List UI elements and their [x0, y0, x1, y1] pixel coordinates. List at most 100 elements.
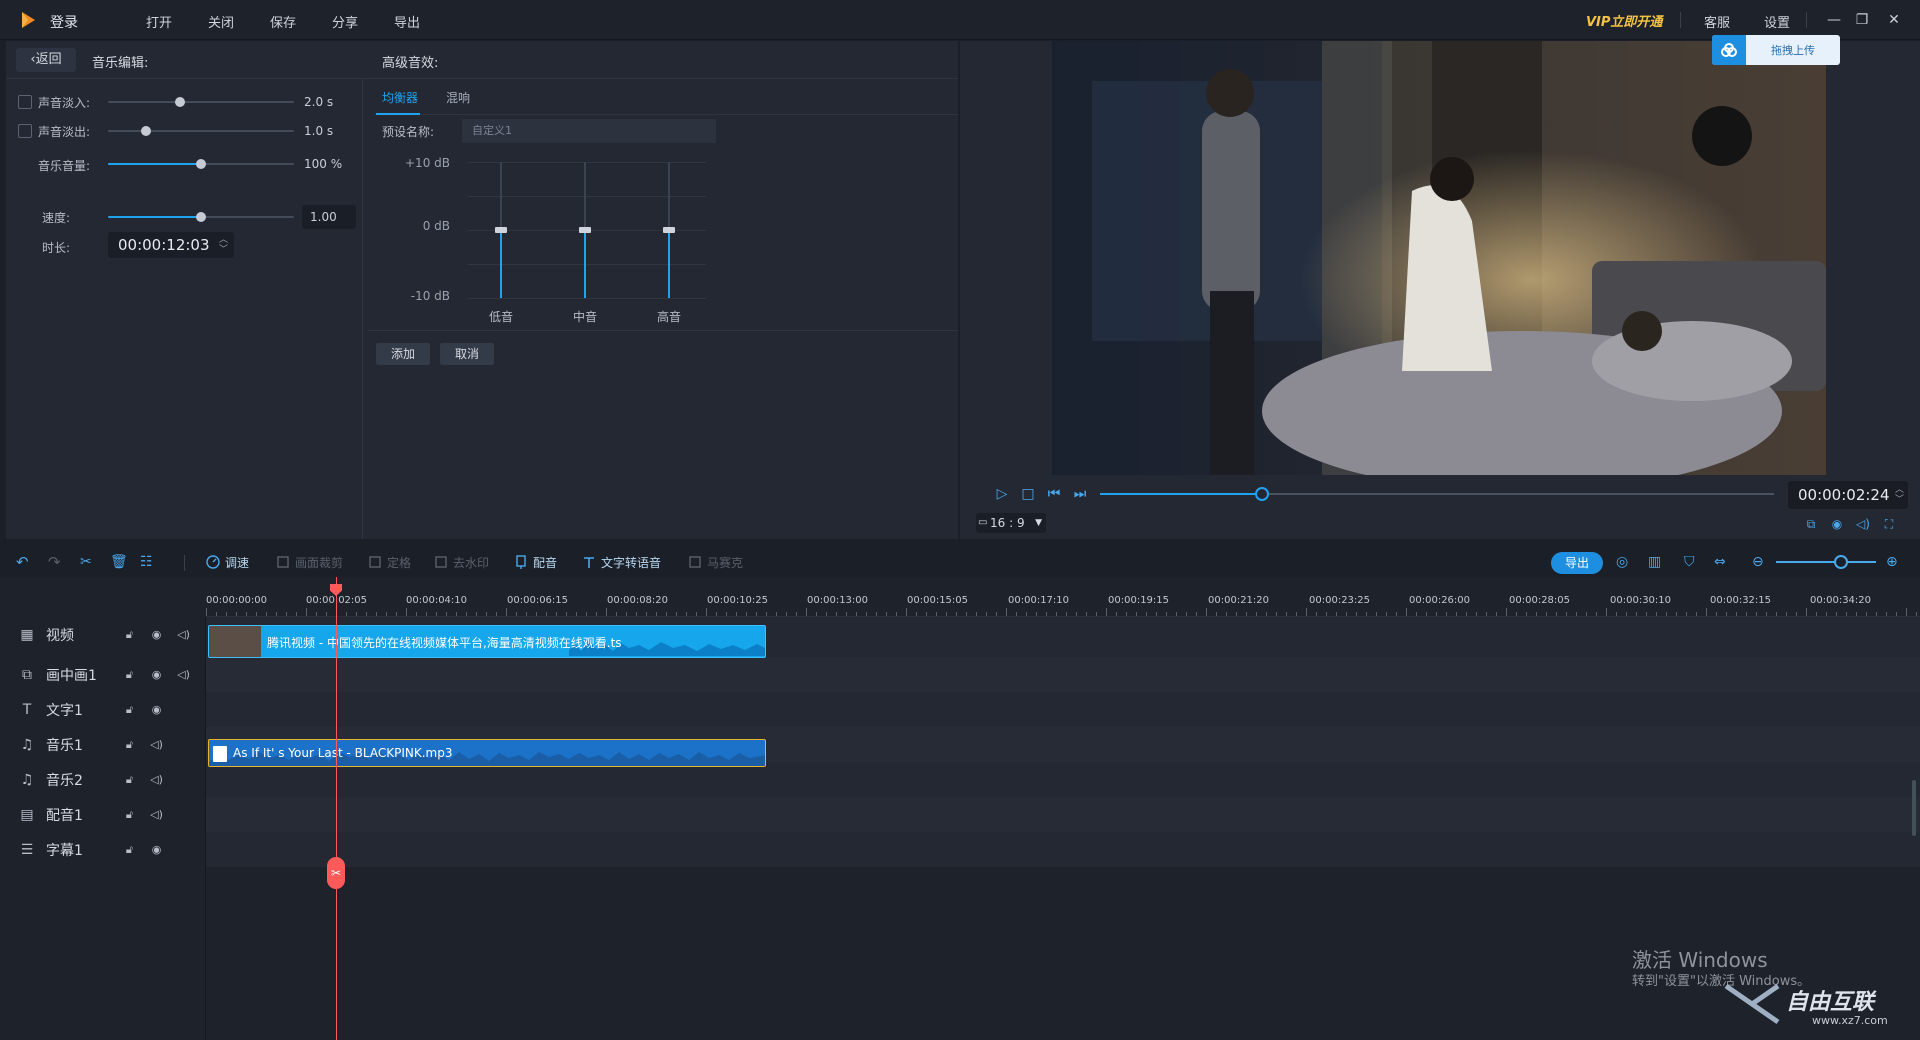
menu-open[interactable]: 打开: [146, 12, 208, 31]
speed-slider[interactable]: [108, 207, 294, 227]
pip-window-icon[interactable]: ⧉: [1802, 515, 1820, 533]
duration-stepper[interactable]: 00:00:12:03 ︿ ﹀: [108, 232, 234, 258]
ruler-tick: 00:00:21:20: [1208, 595, 1270, 606]
freeze-tool[interactable]: 定格: [368, 553, 411, 571]
treble-slider-knob[interactable]: [663, 227, 675, 233]
minimize-icon[interactable]: —: [1824, 10, 1844, 30]
lane-pip1[interactable]: [206, 657, 1920, 692]
vertical-scrollbar[interactable]: [1912, 780, 1916, 836]
menu-share[interactable]: 分享: [332, 12, 394, 31]
drag-upload-button[interactable]: 拖拽上传: [1712, 35, 1840, 65]
spin-arrows-icon[interactable]: ︿ ﹀: [219, 235, 228, 255]
camera-icon[interactable]: ◉: [1828, 515, 1846, 533]
speaker-icon[interactable]: ◁): [143, 773, 170, 786]
redo-icon[interactable]: ↷: [48, 553, 61, 571]
volume-icon[interactable]: ◁): [1854, 515, 1872, 533]
lane-text1[interactable]: [206, 692, 1920, 727]
time-ruler[interactable]: 00:00:00:00 00:00:02:05 00:00:04:10 00:0…: [206, 577, 1920, 617]
slider-knob[interactable]: [175, 97, 185, 107]
zoom-slider[interactable]: [1776, 561, 1876, 563]
ruler-tickmark: [436, 612, 437, 616]
slider-knob[interactable]: [141, 126, 151, 136]
spin-arrows-icon[interactable]: ︿ ﹀: [1895, 485, 1904, 505]
fade-in-checkbox[interactable]: [18, 95, 32, 109]
adjust-icon[interactable]: ☷: [140, 553, 153, 571]
lock-icon[interactable]: 🔓︎: [116, 738, 143, 752]
add-button[interactable]: 添加: [376, 343, 430, 365]
service-link[interactable]: 客服: [1704, 12, 1730, 31]
fullscreen-icon[interactable]: ⛶: [1880, 515, 1898, 533]
cancel-button[interactable]: 取消: [440, 343, 494, 365]
lane-music2[interactable]: [206, 762, 1920, 797]
fit-width-icon[interactable]: ⇔: [1714, 553, 1726, 571]
vip-link[interactable]: VIP立即开通: [1586, 11, 1662, 30]
crop-tool[interactable]: 画面裁剪: [276, 553, 343, 571]
remove-watermark-tool[interactable]: 去水印: [434, 553, 489, 571]
settings-link[interactable]: 设置: [1764, 12, 1790, 31]
tab-equalizer[interactable]: 均衡器: [382, 89, 418, 106]
speed-input[interactable]: 1.00: [302, 205, 356, 229]
prev-frame-icon[interactable]: ⏮: [1044, 484, 1064, 504]
export-button[interactable]: 导出: [1551, 552, 1603, 574]
lock-icon[interactable]: 🔓︎: [116, 808, 143, 822]
bass-slider-knob[interactable]: [495, 227, 507, 233]
mosaic-tool[interactable]: 马赛克: [688, 553, 743, 571]
next-frame-icon[interactable]: ⏭: [1070, 484, 1090, 504]
speaker-icon[interactable]: ◁): [143, 808, 170, 821]
back-button[interactable]: ‹返回: [16, 48, 76, 72]
palette-icon[interactable]: ◎: [1616, 553, 1628, 571]
split-view-icon[interactable]: ▥: [1648, 553, 1661, 571]
menu-export[interactable]: 导出: [394, 12, 456, 31]
zoom-knob[interactable]: [1834, 555, 1848, 569]
tab-reverb[interactable]: 混响: [446, 89, 470, 106]
lane-dub1[interactable]: [206, 797, 1920, 832]
watermark-icon: [435, 556, 447, 568]
fade-out-checkbox[interactable]: [18, 124, 32, 138]
eye-icon[interactable]: ◉: [143, 703, 170, 716]
video-clip[interactable]: 腾讯视频 - 中国领先的在线视频媒体平台,海量高清视频在线观看.ts: [208, 625, 766, 658]
cut-icon[interactable]: ✂: [80, 553, 92, 571]
preset-name-input[interactable]: 自定义1: [462, 119, 716, 143]
ruler-tickmark: [796, 612, 797, 616]
scissors-icon[interactable]: ✂: [327, 857, 345, 889]
eye-icon[interactable]: ◉: [143, 843, 170, 856]
lock-icon[interactable]: 🔓︎: [116, 703, 143, 717]
speaker-icon[interactable]: ◁): [143, 738, 170, 751]
lock-icon[interactable]: 🔓︎: [116, 843, 143, 857]
undo-icon[interactable]: ↶: [16, 553, 29, 571]
slider-knob[interactable]: [196, 212, 206, 222]
play-icon[interactable]: ▷: [992, 484, 1012, 504]
audio-clip[interactable]: As If It' s Your Last - BLACKPINK.mp3: [208, 739, 766, 767]
speaker-icon[interactable]: ◁): [170, 628, 197, 641]
playback-progress-knob[interactable]: [1255, 487, 1269, 501]
restore-icon[interactable]: ❐: [1852, 10, 1872, 30]
dubbing-tool[interactable]: 配音: [514, 553, 557, 571]
menu-close[interactable]: 关闭: [208, 12, 270, 31]
stop-icon[interactable]: □: [1018, 484, 1038, 504]
slider-knob[interactable]: [196, 159, 206, 169]
aspect-ratio-select[interactable]: ▭ 16 : 9 ▼: [976, 513, 1046, 533]
delete-icon[interactable]: 🗑: [110, 553, 128, 571]
playback-time-stepper[interactable]: 00:00:02:24 ︿ ﹀: [1788, 481, 1908, 509]
menu-save[interactable]: 保存: [270, 12, 332, 31]
fade-out-slider[interactable]: [108, 121, 294, 141]
lane-subtitle1[interactable]: [206, 832, 1920, 867]
marker-icon[interactable]: ⛉: [1684, 553, 1695, 571]
lock-icon[interactable]: 🔓︎: [116, 668, 143, 682]
eye-icon[interactable]: ◉: [143, 668, 170, 681]
zoom-in-icon[interactable]: ⊕: [1886, 553, 1898, 571]
ruler-tickmark: [266, 612, 267, 616]
close-icon[interactable]: ✕: [1884, 10, 1904, 30]
speaker-icon[interactable]: ◁): [170, 668, 197, 681]
fade-in-slider[interactable]: [108, 92, 294, 112]
playhead-line[interactable]: [336, 577, 337, 1040]
mid-slider-knob[interactable]: [579, 227, 591, 233]
zoom-out-icon[interactable]: ⊖: [1752, 553, 1764, 571]
lock-icon[interactable]: 🔓︎: [116, 628, 143, 642]
tts-tool[interactable]: 文字转语音: [582, 553, 661, 571]
speed-tool[interactable]: 调速: [206, 553, 249, 571]
lock-icon[interactable]: 🔓︎: [116, 773, 143, 787]
eye-icon[interactable]: ◉: [143, 628, 170, 641]
volume-slider[interactable]: [108, 154, 294, 174]
login-link[interactable]: 登录: [50, 12, 78, 32]
